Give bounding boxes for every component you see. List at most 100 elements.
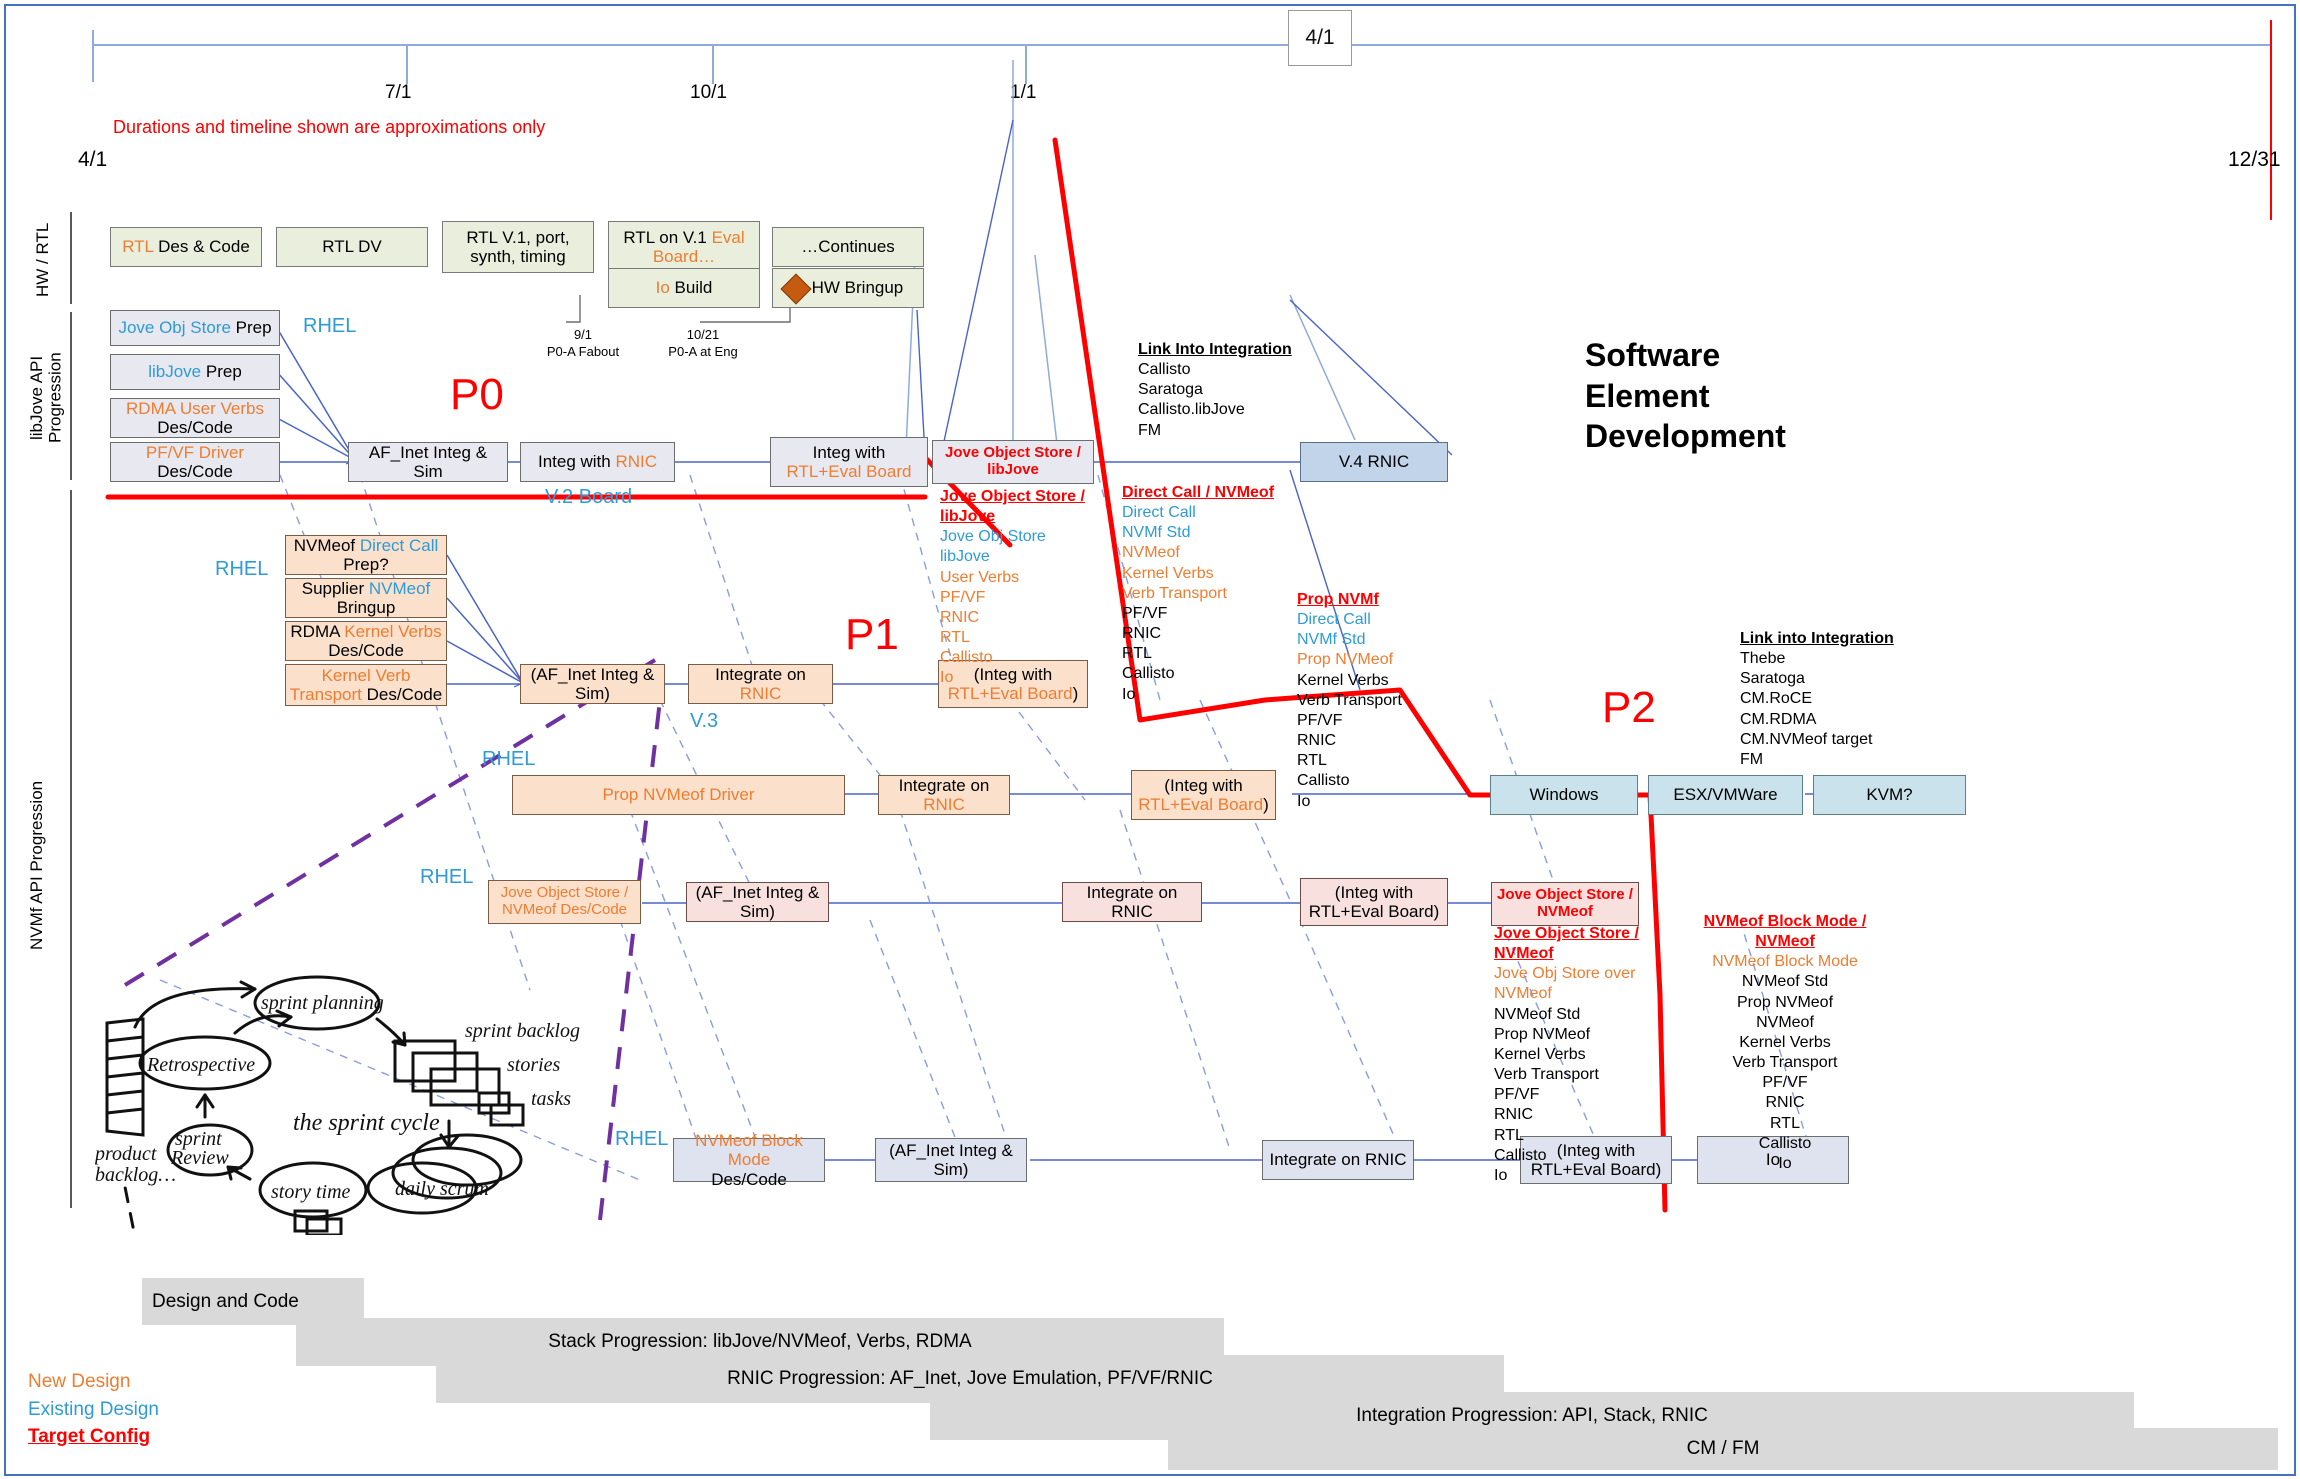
libjove-chain-4-label: V.4 RNIC [1338,452,1410,472]
direct-call-nvmeof-stack-item-1: NVMf Std [1122,524,1191,542]
nvmf-prep-2[interactable]: RDMA Kernel Verbs Des/Code [285,621,447,661]
direct-call-nvmeof-stack-header: Direct Call / NVMeof [1122,484,1275,501]
direct-call-nvmeof-stack-item-4: Verb Transport [1122,584,1227,602]
approximation-note: Durations and timeline shown are approxi… [113,117,546,137]
sprint-cycle-svg: sprint planning Retrospective sprint Rev… [93,975,580,1239]
nvmf-r1-chain-1-label: Integrate on RNIC [715,664,806,703]
nvmf-r2-chain-1[interactable]: Integrate on RNIC [878,775,1010,815]
hw-box-6[interactable]: Io HW Bringup [772,268,924,308]
nvmf-r2-os-0[interactable]: Windows [1490,775,1638,815]
sprint-annotation-2: tasks [531,1088,571,1110]
libjove-prep-1-label: libJove Prep [148,362,242,382]
jove-object-store-nvmeof-stack-header: Jove Object Store / NVMeof [1494,925,1639,963]
nvmf-prep-1[interactable]: Supplier NVMeof Bringup [285,578,447,618]
libjove-prep-1[interactable]: libJove Prep [110,354,280,390]
hw-box-1[interactable]: RTL DV [276,227,428,267]
libjove-prep-2[interactable]: RDMA User Verbs Des/Code [110,398,280,438]
link-into-integration-p2-item-3: CM.RDMA [1740,710,1817,728]
hw-box-0[interactable]: RTL Des & Code [110,227,262,267]
libjove-prep-0-label: Jove Obj Store Prep [118,318,272,338]
libjove-chain-4[interactable]: V.4 RNIC [1300,442,1448,482]
axis-tick-0 [406,46,408,84]
prop-nvmf-stack-item-7: RTL [1297,752,1327,770]
sprint-node-3-label: story time [271,1181,351,1203]
axis-label-0: 7/1 [385,82,412,103]
prop-nvmf-stack-item-5: PF/VF [1297,711,1343,729]
nvmf-r4-chain-1[interactable]: (AF_Inet Integ & Sim) [875,1138,1027,1182]
axis-label-1: 10/1 [690,82,727,103]
jove-object-store-nvmeof-stack-item-7: RNIC [1494,1106,1534,1124]
libjove-chain-3-label: Jove Object Store / libJove [945,444,1081,478]
libjove-chain-1-label: Integ with RNIC [537,452,658,472]
rhel-label-4: RHEL [615,1128,669,1150]
nvmf-r3-chain-2[interactable]: Integrate on RNIC [1062,882,1202,922]
nvmf-r1-chain-0[interactable]: (AF_Inet Integ & Sim) [520,664,665,704]
page-title-line-1: Element [1585,377,1710,414]
hw-box-2[interactable]: RTL V.1, port, synth, timing [442,221,594,273]
jove-object-store-nvmeof-stack-item-2: NVMeof Std [1494,1005,1581,1023]
rhel-label-1: RHEL [215,558,269,580]
nvmeof-block-mode-stack-item-7: RNIC [1765,1094,1805,1112]
nvmf-r3-chain-4[interactable]: Jove Object Store / NVMeof [1491,882,1639,926]
prop-nvmf-stack-item-9: Io [1297,792,1311,810]
nvmf-prep-1-label: Supplier NVMeof Bringup [301,578,431,617]
prop-nvmf-stack-item-0: Direct Call [1297,611,1371,629]
jove-object-store-libjove-stack-item-3: PF/VF [940,588,986,606]
nvmf-r2-os-2-label: KVM? [1866,785,1913,805]
nvmeof-block-mode-stack-item-2: Prop NVMeof [1736,993,1834,1011]
lane-label-nvmf: NVMf API Progression [27,780,46,950]
nvmf-r4-chain-0[interactable]: NVMeof Block Mode Des/Code [673,1131,825,1189]
nvmf-r4-chain-2[interactable]: Integrate on RNIC [1262,1140,1414,1180]
libjove-prep-0[interactable]: Jove Obj Store Prep [110,310,280,346]
hw-box-1-label: RTL DV [322,237,382,257]
nvmeof-block-mode-stack-item-0: NVMeof Block Mode [1712,953,1858,971]
nvmf-r3-chain-0[interactable]: Jove Object Store / NVMeof Des/Code [488,880,641,924]
nvmf-r2-chain-0-label: Prop NVMeof Driver [602,785,755,805]
link-into-integration-p0-item-3: FM [1138,421,1162,439]
nvmf-r2-chain-2[interactable]: (Integ with RTL+Eval Board) [1131,770,1276,820]
prop-nvmf-stack-item-8: Callisto [1297,772,1350,790]
nvmf-r3-chain-3[interactable]: (Integ with RTL+Eval Board) [1300,878,1448,926]
sprint-annotation-1: stories [507,1054,561,1076]
hw-box-5[interactable]: Io Build [608,268,760,308]
page-frame [4,4,2296,1476]
link-into-integration-p2-item-1: Saratoga [1740,670,1805,688]
nvmf-r2-os-1-label: ESX/VMWare [1673,785,1778,805]
nvmf-r3-chain-1[interactable]: (AF_Inet Integ & Sim) [686,882,829,922]
jove-object-store-nvmeof-stack-item-4: Kernel Verbs [1494,1045,1586,1063]
milestone-1: 10/21 P0-A at Eng [648,327,758,361]
nvmf-prep-0[interactable]: NVMeof Direct Call Prep? [285,535,447,575]
stack-link-into-integration-p0: Link Into Integration Callisto Saratoga Cal… [1138,340,1292,441]
milestone-0: 9/1 P0-A Fabout [528,327,638,361]
libjove-chain-2[interactable]: Integ with RTL+Eval Board [770,437,928,487]
nvmf-r3-chain-1-label: (AF_Inet Integ & Sim) [695,882,820,921]
libjove-chain-3[interactable]: Jove Object Store / libJove [932,440,1094,484]
lane-label-hw: HW / RTL [33,222,52,298]
hw-box-3[interactable]: RTL on V.1 Eval Board… [608,221,760,273]
libjove-chain-0[interactable]: AF_Inet Integ & Sim [348,442,508,482]
prop-nvmf-stack-item-1: NVMf Std [1297,631,1366,649]
nvmf-r1-chain-1[interactable]: Integrate on RNIC [688,664,833,704]
nvmf-r2-os-1[interactable]: ESX/VMWare [1648,775,1803,815]
nvmf-r3-chain-3-label: (Integ with RTL+Eval Board) [1308,882,1440,921]
nvmf-prep-2-label: RDMA Kernel Verbs Des/Code [290,621,442,660]
libjove-prep-3[interactable]: PF/VF Driver Des/Code [110,442,280,482]
sprint-annotation-0: sprint backlog [465,1020,580,1042]
jove-object-store-nvmeof-stack-item-10: Io [1494,1166,1508,1184]
nvmf-r2-chain-1-label: Integrate on RNIC [898,775,990,814]
link-into-integration-p0-item-1: Saratoga [1138,381,1203,399]
nvmf-r2-os-2[interactable]: KVM? [1813,775,1966,815]
nvmeof-block-mode-stack-item-4: Kernel Verbs [1739,1033,1831,1051]
axis-baseline [92,44,2272,46]
nvmf-prep-3[interactable]: Kernel Verb Transport Des/Code [285,664,447,706]
libjove-chain-1[interactable]: Integ with RNIC [520,442,675,482]
lane-bar-hw [70,212,72,304]
jove-object-store-nvmeof-stack-item-9: Callisto [1494,1146,1547,1164]
legend-item-target-config: Target Config [28,1426,151,1448]
hw-box-4[interactable]: …Continues [772,227,924,267]
direct-call-nvmeof-stack-item-2: NVMeof [1122,544,1180,562]
axis-callout-box: 4/1 [1288,10,1352,66]
nvmf-r2-chain-0[interactable]: Prop NVMeof Driver [512,775,845,815]
page-title-line-0: Software [1585,337,1721,373]
legend: New Design Existing Design Target Config [28,1368,159,1451]
